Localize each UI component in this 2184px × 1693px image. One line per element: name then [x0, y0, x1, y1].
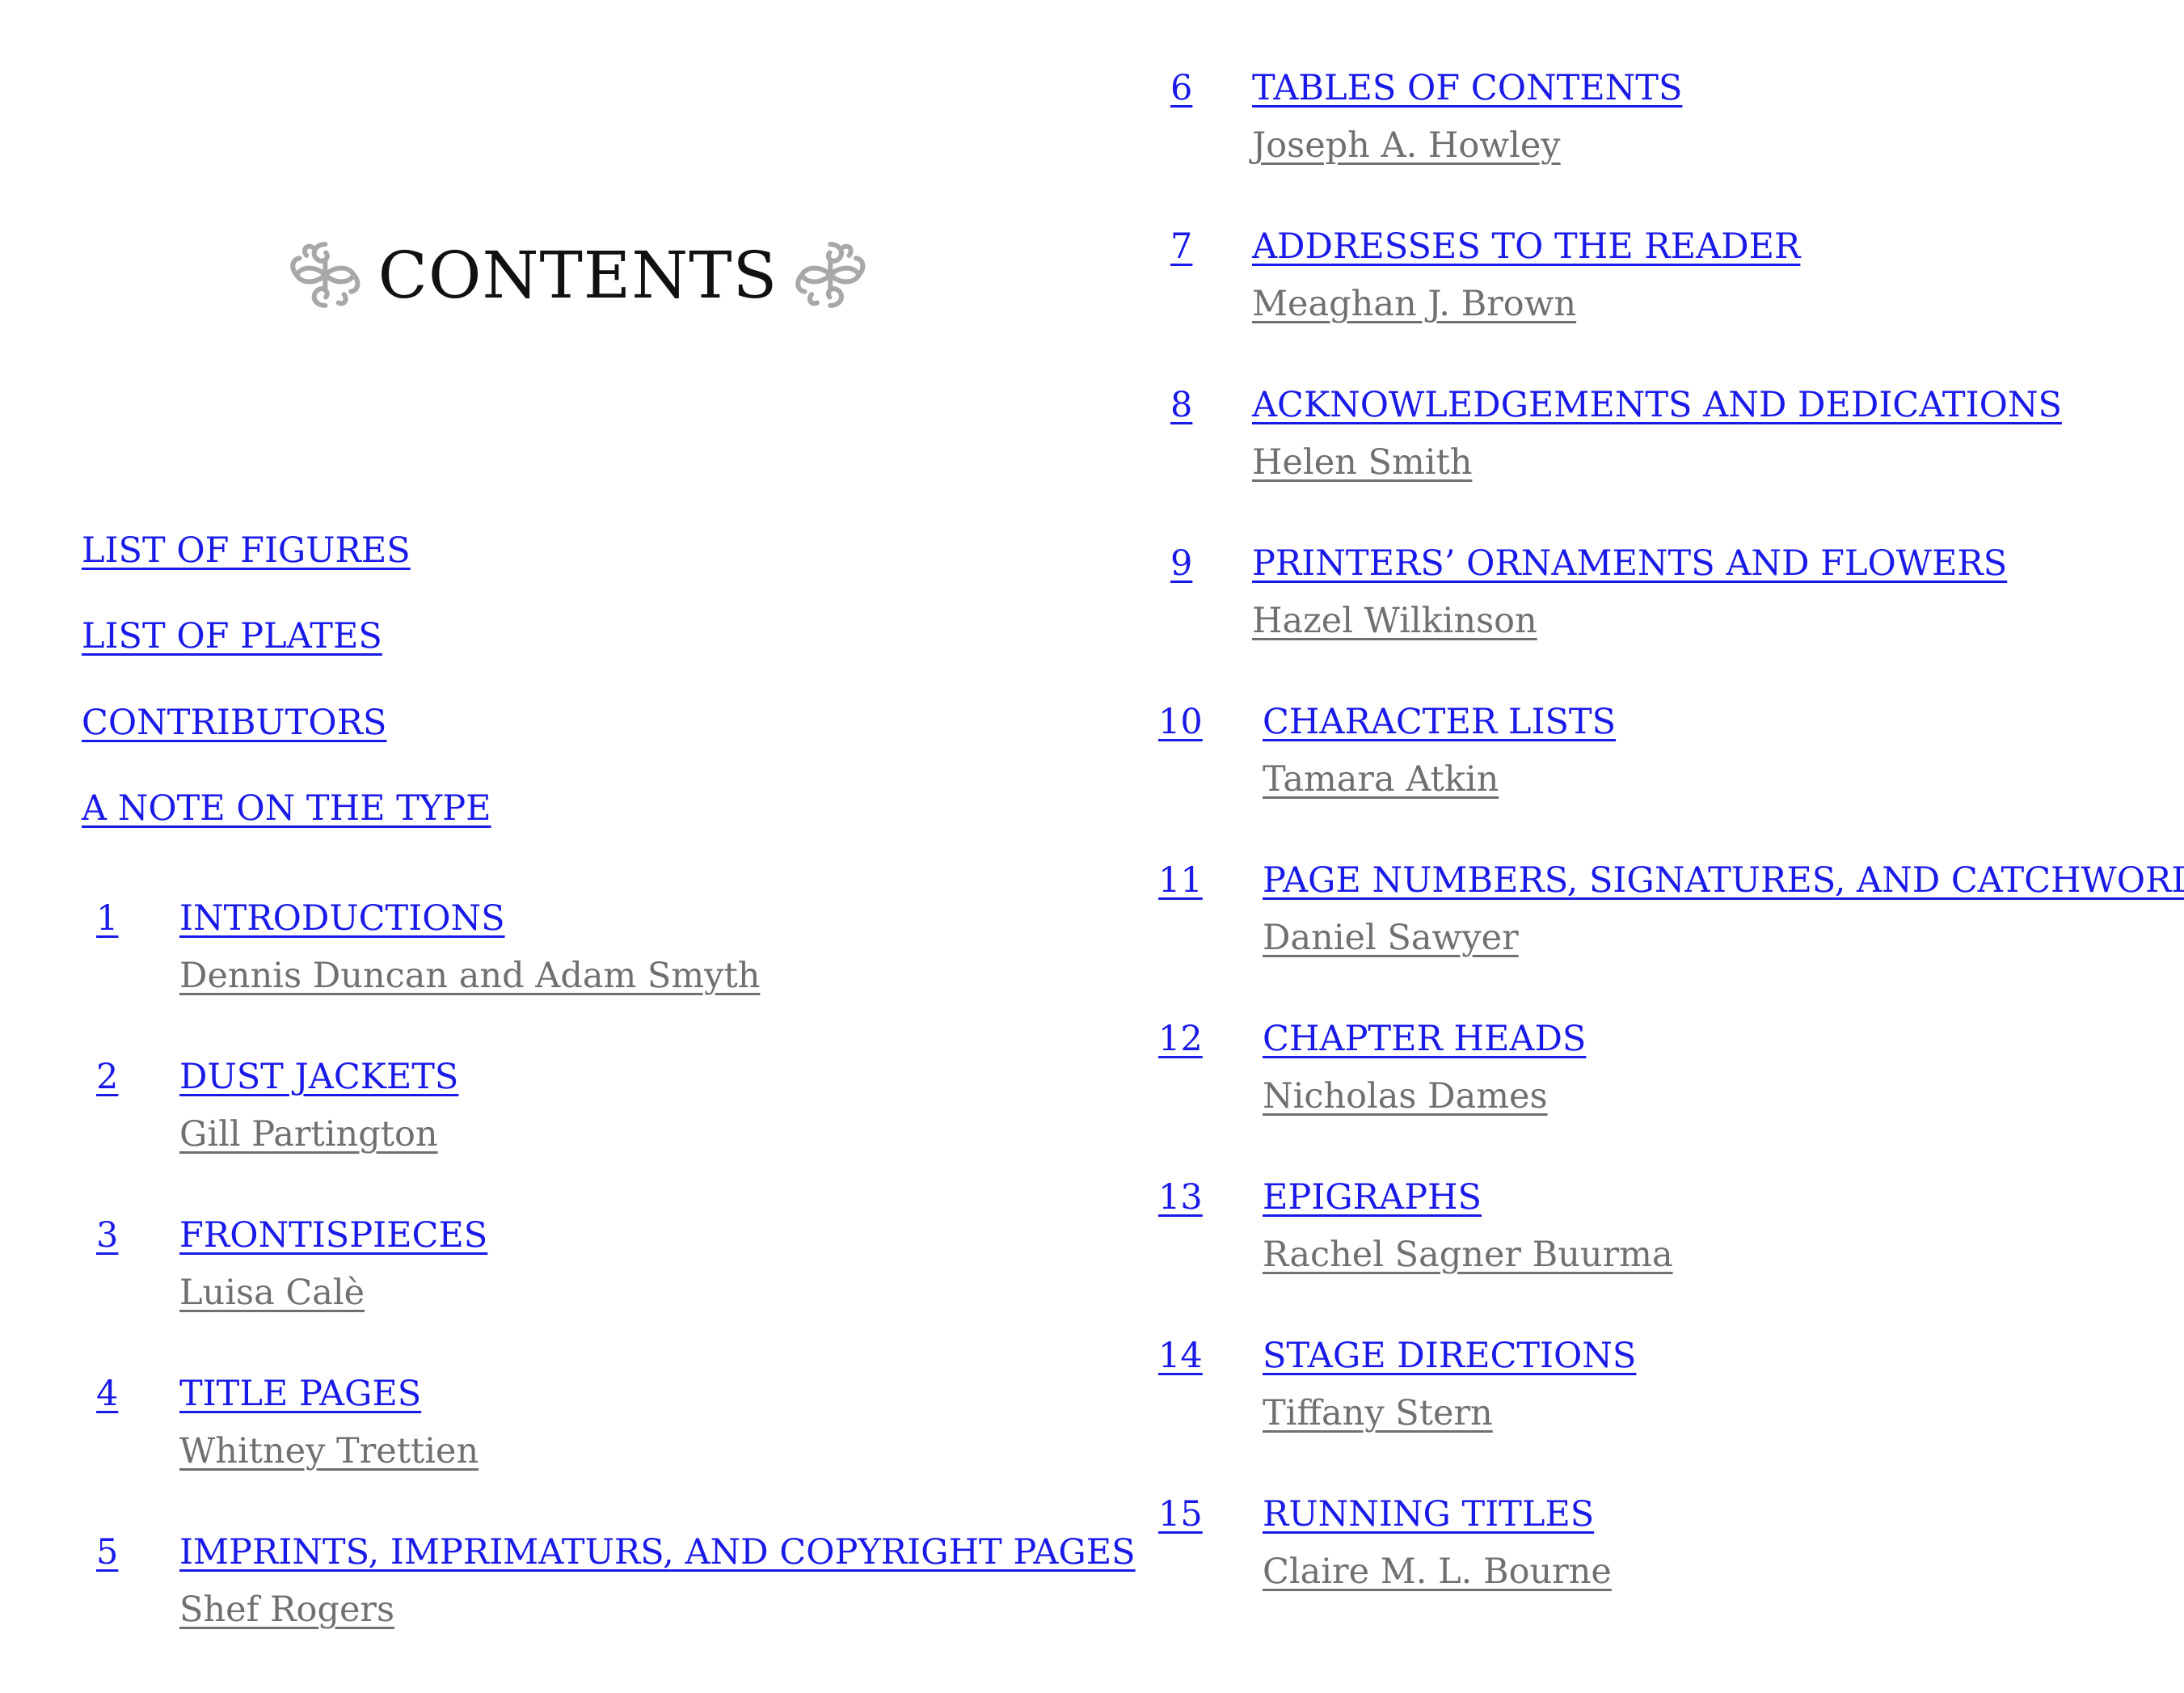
- chapter-author-link[interactable]: Nicholas Dames: [1263, 1079, 1548, 1114]
- chapter-entry: 14 STAGE DIRECTIONS Tiffany Stern: [1132, 1339, 2174, 1436]
- chapter-author-link[interactable]: Meaghan J. Brown: [1252, 287, 1576, 322]
- chapter-entry: 1 INTRODUCTIONS Dennis Duncan and Adam S…: [0, 901, 1115, 998]
- fleuron-ornament-icon: [795, 242, 866, 308]
- front-matter-link-list-of-figures[interactable]: LIST OF FIGURES: [82, 534, 411, 568]
- chapter-number-link[interactable]: 10: [1158, 705, 1203, 740]
- fleuron-ornament-icon: [290, 242, 360, 308]
- chapter-number-link[interactable]: 9: [1170, 547, 1192, 581]
- chapter-entry: 12 CHAPTER HEADS Nicholas Dames: [1132, 1022, 2174, 1119]
- chapter-entry: 13 EPIGRAPHS Rachel Sagner Buurma: [1132, 1180, 2174, 1277]
- chapter-number-link[interactable]: 1: [96, 901, 118, 936]
- contents-page: { "heading": { "title": "CONTENTS", "orn…: [0, 0, 2184, 1693]
- chapter-author-link[interactable]: Hazel Wilkinson: [1252, 604, 1537, 639]
- chapter-number-link[interactable]: 15: [1158, 1497, 1203, 1532]
- chapter-author-link[interactable]: Shef Rogers: [179, 1593, 394, 1628]
- chapter-entry: 8 ACKNOWLEDGEMENTS AND DEDICATIONS Helen…: [1132, 388, 2174, 485]
- chapter-entry: 4 TITLE PAGES Whitney Trettien: [0, 1377, 1115, 1474]
- chapter-number-link[interactable]: 11: [1158, 863, 1203, 898]
- chapter-author-link[interactable]: Rachel Sagner Buurma: [1263, 1238, 1673, 1273]
- chapter-entry: 7 ADDRESSES TO THE READER Meaghan J. Bro…: [1132, 230, 2174, 327]
- chapter-title-link[interactable]: ACKNOWLEDGEMENTS AND DEDICATIONS: [1252, 388, 2062, 423]
- front-matter-link-list-of-plates[interactable]: LIST OF PLATES: [82, 619, 382, 654]
- chapter-title-link[interactable]: INTRODUCTIONS: [179, 901, 505, 936]
- chapter-number-link[interactable]: 8: [1170, 388, 1192, 423]
- chapter-author-link[interactable]: Luisa Calè: [179, 1276, 365, 1311]
- chapter-author-link[interactable]: Claire M. L. Bourne: [1263, 1555, 1612, 1590]
- chapter-title-link[interactable]: CHARACTER LISTS: [1263, 705, 1616, 740]
- chapter-title-link[interactable]: DUST JACKETS: [179, 1060, 458, 1095]
- chapter-number-link[interactable]: 3: [96, 1218, 118, 1253]
- chapter-number-link[interactable]: 5: [96, 1535, 118, 1570]
- chapter-title-link[interactable]: RUNNING TITLES: [1263, 1497, 1594, 1532]
- chapter-entry: 2 DUST JACKETS Gill Partington: [0, 1060, 1115, 1157]
- chapter-entry: 15 RUNNING TITLES Claire M. L. Bourne: [1132, 1497, 2174, 1594]
- front-matter-link-note-on-type[interactable]: A NOTE ON THE TYPE: [82, 792, 491, 826]
- chapter-title-link[interactable]: EPIGRAPHS: [1263, 1180, 1482, 1215]
- chapter-author-link[interactable]: Gill Partington: [179, 1117, 438, 1152]
- chapter-title-link[interactable]: CHAPTER HEADS: [1263, 1022, 1586, 1057]
- chapter-title-link[interactable]: ADDRESSES TO THE READER: [1252, 230, 1800, 264]
- chapter-entry: 6 TABLES OF CONTENTS Joseph A. Howley: [1132, 71, 2174, 168]
- chapter-number-link[interactable]: 12: [1158, 1022, 1203, 1057]
- front-matter-link-contributors[interactable]: CONTRIBUTORS: [82, 706, 386, 741]
- chapter-number-link[interactable]: 4: [96, 1377, 118, 1412]
- chapter-entry: 9 PRINTERS’ ORNAMENTS AND FLOWERS Hazel …: [1132, 547, 2174, 644]
- chapter-author-link[interactable]: Tiffany Stern: [1263, 1396, 1493, 1431]
- chapter-title-link[interactable]: IMPRINTS, IMPRIMATURS, AND COPYRIGHT PAG…: [179, 1535, 1136, 1570]
- chapter-author-link[interactable]: Helen Smith: [1252, 445, 1472, 480]
- chapter-entry: 11 PAGE NUMBERS, SIGNATURES, AND CATCHWO…: [1132, 863, 2184, 960]
- chapter-title-link[interactable]: STAGE DIRECTIONS: [1263, 1339, 1636, 1374]
- chapter-number-link[interactable]: 13: [1158, 1180, 1203, 1215]
- chapter-number-link[interactable]: 2: [96, 1060, 118, 1095]
- chapter-title-link[interactable]: PAGE NUMBERS, SIGNATURES, AND CATCHWORDS: [1263, 863, 2184, 898]
- chapter-entry: 3 FRONTISPIECES Luisa Calè: [0, 1218, 1115, 1315]
- chapter-author-link[interactable]: Daniel Sawyer: [1263, 921, 1519, 956]
- chapter-title-link[interactable]: PRINTERS’ ORNAMENTS AND FLOWERS: [1252, 547, 2007, 581]
- chapter-title-link[interactable]: TABLES OF CONTENTS: [1252, 71, 1682, 106]
- chapter-title-link[interactable]: TITLE PAGES: [179, 1377, 421, 1412]
- page-title: CONTENTS: [377, 237, 778, 313]
- chapter-title-link[interactable]: FRONTISPIECES: [179, 1218, 487, 1253]
- chapter-author-link[interactable]: Joseph A. Howley: [1252, 129, 1561, 163]
- chapter-number-link[interactable]: 6: [1170, 71, 1192, 106]
- chapter-author-link[interactable]: Whitney Trettien: [179, 1434, 479, 1469]
- chapter-entry: 5 IMPRINTS, IMPRIMATURS, AND COPYRIGHT P…: [0, 1535, 1136, 1632]
- chapter-entry: 10 CHARACTER LISTS Tamara Atkin: [1132, 705, 2174, 802]
- chapter-number-link[interactable]: 14: [1158, 1339, 1203, 1374]
- contents-heading: CONTENTS: [287, 226, 869, 323]
- chapter-author-link[interactable]: Tamara Atkin: [1263, 762, 1499, 797]
- chapter-author-link[interactable]: Dennis Duncan and Adam Smyth: [179, 959, 760, 994]
- chapter-number-link[interactable]: 7: [1170, 230, 1192, 264]
